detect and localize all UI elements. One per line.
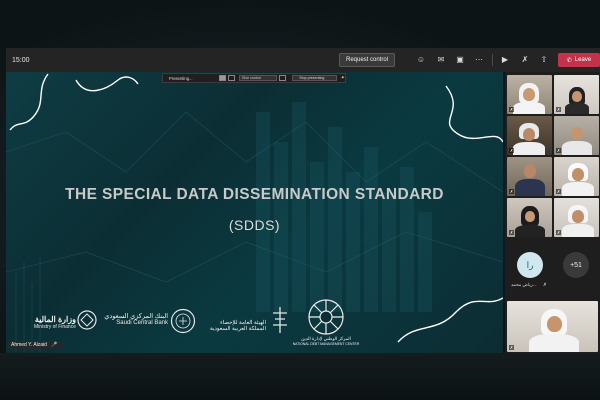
participant-face <box>572 91 582 102</box>
participant-face <box>572 168 584 181</box>
participant-tile[interactable]: ✗ <box>507 75 552 114</box>
mic-muted-icon: ✗ <box>509 148 514 153</box>
participant-tile[interactable]: ✗ <box>507 116 552 155</box>
camera-icon[interactable]: ▶ <box>500 55 510 65</box>
pin-icon[interactable]: ✦ <box>341 75 345 81</box>
mic-muted-icon: ✗ <box>509 230 514 235</box>
mic-muted-icon: ✗ <box>556 148 561 153</box>
mic-muted-icon: ✗ <box>509 345 514 350</box>
self-view-tile[interactable]: ✗ <box>507 301 598 352</box>
mof-emblem-icon <box>77 310 97 330</box>
more-participants-button[interactable]: +51 <box>563 252 589 278</box>
avatar-participant-name: رياض محمد... <box>511 282 537 287</box>
chat-icon[interactable]: ✉ <box>436 55 446 65</box>
participant-face <box>525 211 535 222</box>
participant-avatar[interactable]: را <box>517 252 543 278</box>
participant-body <box>562 224 594 237</box>
logo-ar-text: وزارة المالية <box>34 315 76 324</box>
window-view-icon[interactable] <box>219 75 226 81</box>
ndmc-logo: المركز الوطني لإدارة الدين NATIONAL DEBT… <box>292 336 360 346</box>
participant-face <box>571 127 583 140</box>
phone-hangup-icon: ✆ <box>566 57 572 64</box>
mic-muted-icon[interactable]: ✗ <box>520 55 530 65</box>
participant-tile[interactable]: ✗ <box>554 198 599 237</box>
meeting-stage: 15:00 Request control ☺ ✉ ▣ ⋯ ▶ ✗ ⇧ ✆ Le… <box>0 0 600 400</box>
toolbar-divider <box>492 54 493 66</box>
participant-face <box>524 164 536 178</box>
participant-face <box>523 88 535 101</box>
mic-muted-icon: ✗ <box>509 107 514 112</box>
ndmc-emblem-icon <box>308 299 344 335</box>
mic-icon: 🎤 <box>50 342 58 348</box>
participant-tile[interactable]: ✗ <box>554 157 599 196</box>
mic-muted-icon: ✗ <box>556 230 561 235</box>
gastat-logo: الهيئة العامة للإحصاء المملكة العربية ال… <box>202 320 266 332</box>
give-control-dropdown[interactable]: Give control <box>238 75 278 81</box>
participants-icon[interactable]: ☺ <box>416 55 426 65</box>
stop-presenting-button[interactable]: Stop presenting <box>292 75 337 81</box>
meeting-timer: 15:00 <box>12 56 30 64</box>
participant-body <box>513 102 545 114</box>
participant-tile[interactable]: ✗ <box>554 75 599 114</box>
participant-body <box>562 141 592 155</box>
sama-emblem-icon <box>170 308 196 334</box>
mic-muted-icon: ✗ <box>556 107 561 112</box>
saudi-central-bank-logo: البنك المركزي السعودي Saudi Central Bank <box>102 312 168 326</box>
slide-title: THE SPECIAL DATA DISSEMINATION STANDARD <box>65 186 444 203</box>
participant-tile[interactable]: ✗ <box>554 116 599 155</box>
participant-gallery: ✗ ✗ ✗ ✗ ✗ ✗ ✗ ✗ را +51 رياض محمد... ✗ ✗ <box>505 72 600 354</box>
request-control-button[interactable]: Request control <box>339 53 395 67</box>
participant-body <box>562 182 594 196</box>
shared-slide: THE SPECIAL DATA DISSEMINATION STANDARD … <box>6 72 503 353</box>
screen-view-icon[interactable] <box>227 75 235 81</box>
mic-muted-icon: ✗ <box>556 189 561 194</box>
participant-body <box>529 334 579 352</box>
presenting-bar: Presenting... Give control Stop presenti… <box>162 73 346 83</box>
presenter-name: Ahmed Y. Alzaid <box>11 342 47 348</box>
presenter-name-tag: Ahmed Y. Alzaid 🎤 <box>7 341 62 349</box>
leave-button[interactable]: ✆ Leave <box>558 53 600 67</box>
mic-muted-icon: ✗ <box>509 189 514 194</box>
logo-ar-subtext: المملكة العربية السعودية <box>210 326 266 332</box>
leave-label: Leave <box>574 57 592 63</box>
slide-subtitle: (SDDS) <box>228 217 281 233</box>
logo-en-text: Saudi Central Bank <box>116 320 168 326</box>
presenting-label: Presenting... <box>169 75 193 81</box>
participant-face <box>572 210 584 223</box>
participant-tile[interactable]: ✗ <box>507 198 552 237</box>
present-icon[interactable] <box>279 75 287 81</box>
gastat-emblem-icon <box>273 307 287 333</box>
mic-muted-icon: ✗ <box>543 282 547 287</box>
share-icon[interactable]: ⇧ <box>539 55 549 65</box>
logo-en-text: NATIONAL DEBT MANAGEMENT CENTER <box>292 342 360 346</box>
participant-face <box>523 128 535 141</box>
more-icon[interactable]: ⋯ <box>474 55 484 65</box>
rooms-icon[interactable]: ▣ <box>455 55 465 65</box>
participant-body <box>515 179 545 196</box>
meeting-toolbar: 15:00 Request control ☺ ✉ ▣ ⋯ ▶ ✗ ⇧ ✆ Le… <box>6 48 600 72</box>
participant-face <box>547 316 562 332</box>
logo-ar-text: البنك المركزي السعودي <box>104 313 168 320</box>
participant-body <box>515 225 545 237</box>
participant-body <box>513 142 545 155</box>
participant-body <box>565 103 589 114</box>
participant-tile[interactable]: ✗ <box>507 157 552 196</box>
background-strip <box>0 353 600 400</box>
ministry-of-finance-logo: وزارة المالية Ministry of Finance <box>18 315 76 330</box>
logo-en-text: Ministry of Finance <box>34 324 76 330</box>
